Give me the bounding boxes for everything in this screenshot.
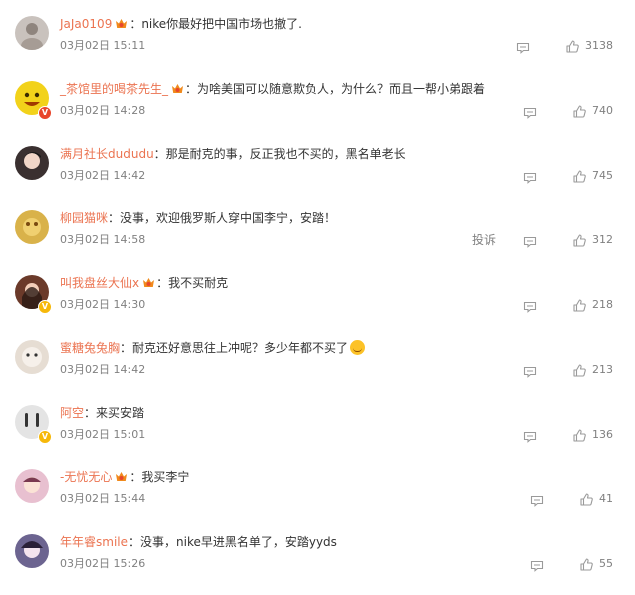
like-count: 136 <box>592 428 613 441</box>
comment-text: ：我买李宁 <box>129 470 190 484</box>
comment-item: 年年睿smile：没事，nike早进黑名单了，安踏yyds 03月02日 15:2… <box>0 531 635 595</box>
comment-line: 叫我盘丝大仙x ：我不买耐克 <box>60 275 228 291</box>
comment-time: 03月02日 14:30 <box>60 298 146 311</box>
comment-item: 满月社长dududu：那是耐克的事，反正我也不买的，黑名单老长 03月02日 14… <box>0 143 635 207</box>
avatar[interactable] <box>15 469 49 503</box>
like-count: 3138 <box>585 39 613 52</box>
reply-icon[interactable] <box>523 428 537 443</box>
comment-time: 03月02日 15:01 <box>60 428 146 441</box>
like-count: 745 <box>592 169 613 182</box>
comment-item: -无忧无心 ：我买李宁 03月02日 15:44 41 <box>0 466 635 530</box>
verified-badge-icon: V <box>38 300 52 314</box>
comment-text: ：那是耐克的事，反正我也不买的，黑名单老长 <box>153 147 406 161</box>
comment-item: V 叫我盘丝大仙x ：我不买耐克 03月02日 14:30 218 <box>0 272 635 336</box>
reply-icon[interactable] <box>516 39 530 54</box>
comment-line: 满月社长dududu：那是耐克的事，反正我也不买的，黑名单老长 <box>60 146 406 162</box>
like-icon[interactable] <box>573 103 586 118</box>
comment-item: 柳园猫咪：没事，欢迎俄罗斯人穿中国李宁，安踏！ 03月02日 14:58 投诉 312 <box>0 207 635 271</box>
crown-icon <box>171 82 184 93</box>
comment-text: ：nike你最好把中国市场也撤了. <box>129 17 302 31</box>
like-icon[interactable] <box>573 297 586 312</box>
like-count: 312 <box>592 233 613 246</box>
comment-item: V 阿空：来买安踏 03月02日 15:01 136 <box>0 402 635 466</box>
crown-icon <box>142 276 155 287</box>
like-icon[interactable] <box>573 427 586 442</box>
reply-icon[interactable] <box>523 363 537 378</box>
username-link[interactable]: 满月社长dududu <box>60 147 154 161</box>
reply-icon[interactable] <box>523 169 537 184</box>
like-count: 55 <box>599 557 613 570</box>
avatar[interactable] <box>15 16 49 50</box>
like-icon[interactable] <box>573 168 586 183</box>
comment-time: 03月02日 14:42 <box>60 363 146 376</box>
comment-item: V _茶馆里的喝茶先生_ ：为啥美国可以随意欺负人，为什么？而且一帮小弟跟着 03月0… <box>0 78 635 142</box>
comment-line: 阿空：来买安踏 <box>60 405 144 421</box>
like-count: 218 <box>592 298 613 311</box>
avatar[interactable] <box>15 340 49 374</box>
comment-line: _茶馆里的喝茶先生_ ：为啥美国可以随意欺负人，为什么？而且一帮小弟跟着 <box>60 81 485 97</box>
like-count: 41 <box>599 492 613 505</box>
comment-line: 年年睿smile：没事，nike早进黑名单了，安踏yyds <box>60 534 337 550</box>
comment-line: -无忧无心 ：我买李宁 <box>60 469 189 485</box>
like-icon[interactable] <box>573 362 586 377</box>
comment-time: 03月02日 14:42 <box>60 169 146 182</box>
comment-text: ：没事，欢迎俄罗斯人穿中国李宁，安踏！ <box>108 211 337 225</box>
like-icon[interactable] <box>566 38 579 53</box>
verified-badge-icon: V <box>38 106 52 120</box>
reply-icon[interactable] <box>523 233 537 248</box>
username-link[interactable]: 阿空 <box>60 406 84 420</box>
comment-line: 蜜糖兔兔胸：耐克还好意思往上冲呢？多少年都不买了 <box>60 340 366 356</box>
comment-line: 柳园猫咪：没事，欢迎俄罗斯人穿中国李宁，安踏！ <box>60 210 336 226</box>
username-link[interactable]: -无忧无心 <box>60 470 112 484</box>
comment-item: 蜜糖兔兔胸：耐克还好意思往上冲呢？多少年都不买了 03月02日 14:42 213 <box>0 337 635 401</box>
reply-icon[interactable] <box>530 557 544 572</box>
like-icon[interactable] <box>580 556 593 571</box>
comment-text: ：来买安踏 <box>84 406 145 420</box>
comment-text: ：没事，nike早进黑名单了，安踏yyds <box>128 535 337 549</box>
comment-time: 03月02日 15:11 <box>60 39 146 52</box>
comment-time: 03月02日 14:58 <box>60 233 146 246</box>
report-link[interactable]: 投诉 <box>472 233 496 247</box>
username-link[interactable]: 叫我盘丝大仙x <box>60 276 139 290</box>
comment-time: 03月02日 15:44 <box>60 492 146 505</box>
reply-icon[interactable] <box>530 492 544 507</box>
username-link[interactable]: JaJa0109 <box>60 17 112 31</box>
like-icon[interactable] <box>573 232 586 247</box>
comment-text: ：为啥美国可以随意欺负人，为什么？而且一帮小弟跟着 <box>185 82 486 96</box>
crown-icon <box>115 470 128 481</box>
reply-icon[interactable] <box>523 104 537 119</box>
comment-item: JaJa0109 ：nike你最好把中国市场也撤了. 03月02日 15:11 313… <box>0 13 635 77</box>
comment-text: ：耐克还好意思往上冲呢？多少年都不买了 <box>120 341 349 355</box>
avatar[interactable] <box>15 146 49 180</box>
comment-text: ：我不买耐克 <box>156 276 229 290</box>
comment-time: 03月02日 15:26 <box>60 557 146 570</box>
username-link[interactable]: 柳园猫咪 <box>60 211 108 225</box>
comment-line: JaJa0109 ：nike你最好把中国市场也撤了. <box>60 16 302 32</box>
crown-icon <box>115 17 128 28</box>
like-icon[interactable] <box>580 491 593 506</box>
username-link[interactable]: 年年睿smile <box>60 535 128 549</box>
like-count: 213 <box>592 363 613 376</box>
avatar[interactable] <box>15 534 49 568</box>
avatar[interactable] <box>15 210 49 244</box>
username-link[interactable]: 蜜糖兔兔胸 <box>60 341 120 355</box>
like-count: 740 <box>592 104 613 117</box>
verified-badge-icon: V <box>38 430 52 444</box>
comment-time: 03月02日 14:28 <box>60 104 146 117</box>
username-link[interactable]: _茶馆里的喝茶先生_ <box>60 82 168 96</box>
reply-icon[interactable] <box>523 298 537 313</box>
laugh-cry-emoji-icon <box>350 340 366 355</box>
